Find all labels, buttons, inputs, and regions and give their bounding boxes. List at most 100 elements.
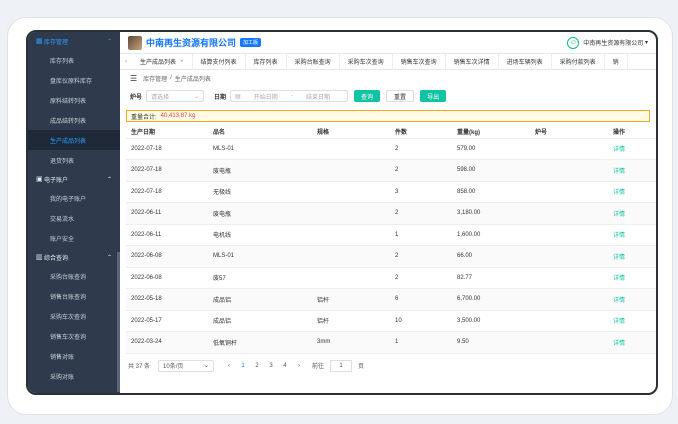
table-cell: 3,500.00	[452, 310, 530, 332]
sidebar-group-label: 电子账户	[44, 177, 69, 184]
detail-link[interactable]: 详情	[608, 310, 656, 332]
table-header-row: 生产日期 品名 规格 件数 重量(kg) 炉号 操作	[126, 126, 656, 139]
chevron-down-icon: ⌄	[203, 363, 210, 369]
detail-link[interactable]: 详情	[608, 331, 656, 354]
tab-vehicle-entry[interactable]: 进场车辆列表	[499, 53, 552, 70]
tab-label: 生产成品列表	[140, 60, 177, 66]
breadcrumb-parent[interactable]: 库存管理	[143, 74, 167, 83]
caret-down-icon: ▾	[643, 40, 648, 46]
sidebar-item-transactions[interactable]: 交易流水	[28, 208, 120, 228]
goto-page-input[interactable]: 1	[330, 359, 353, 372]
breadcrumb-separator: /	[170, 75, 172, 81]
table-cell: 2022-06-08	[126, 267, 208, 289]
sidebar-item-my-account[interactable]: 我的电子账户	[28, 188, 120, 208]
page-size-select[interactable]: 10条/页 ⌄	[158, 359, 215, 372]
tab-truncated[interactable]: 销	[605, 53, 628, 70]
sidebar-item-security[interactable]: 账户安全	[28, 228, 120, 248]
tab-production-list[interactable]: 生产成品列表 ×	[132, 53, 193, 70]
furnace-select[interactable]: 请选择 ⌄	[146, 90, 205, 102]
main-area: 中南再生资源有限公司 加工版 ☺ 中南再生资源有限公司 ▾ ‹ 生产成品列表 × …	[120, 32, 656, 393]
chevron-down-icon: ⌄	[193, 93, 200, 100]
detail-link[interactable]: 详情	[608, 138, 656, 160]
table-cell: 579.00	[452, 138, 530, 160]
detail-link[interactable]: 详情	[608, 159, 656, 182]
query-button[interactable]: 查询	[354, 90, 381, 102]
detail-link[interactable]: 详情	[608, 245, 656, 268]
page-3[interactable]: 3	[264, 363, 278, 369]
export-button[interactable]: 导出	[420, 90, 447, 102]
table-cell	[312, 181, 390, 203]
tab-sales-trips[interactable]: 销售车次查询	[393, 53, 446, 70]
table-row: 2022-05-17 成品铝 铝杆 10 3,500.00 详情	[126, 310, 656, 332]
top-header: 中南再生资源有限公司 加工版 ☺ 中南再生资源有限公司 ▾	[120, 32, 656, 54]
app-window: ▦ 库存管理 ⌃ 库存列表 盘库仪原料库存 原料结转列表 成品结转列表 生产成品…	[26, 30, 658, 395]
sidebar-group-inventory[interactable]: ▦ 库存管理 ⌃	[28, 32, 120, 50]
table-cell	[530, 288, 608, 311]
tab-payment-list[interactable]: 结算支付列表	[193, 53, 246, 70]
table-row: 2022-06-08 MLS-01 2 66.00 详情	[126, 245, 656, 268]
table-cell: 1,600.00	[452, 224, 530, 246]
detail-link[interactable]: 详情	[608, 267, 656, 289]
sidebar-item-purchase-reconcile[interactable]: 采购对账	[28, 366, 120, 386]
sidebar-item-sales-reconcile[interactable]: 销售对账	[28, 346, 120, 366]
sidebar-item-sales-trips[interactable]: 销售车次查询	[28, 326, 120, 346]
table-cell: 2022-07-18	[126, 181, 208, 203]
sidebar-item-inventory-list[interactable]: 库存列表	[28, 50, 120, 70]
inventory-icon: ▦	[36, 38, 43, 45]
detail-link[interactable]: 详情	[608, 202, 656, 225]
table-cell: 成品铝	[208, 288, 312, 311]
page-size-value: 10条/页	[163, 364, 184, 370]
page-4[interactable]: 4	[278, 363, 292, 369]
table-cell	[312, 159, 390, 182]
sidebar-item-raw-carryover[interactable]: 原料结转列表	[28, 90, 120, 110]
table-row: 2022-03-24 低氧铜杆 3mm 1 9.50 详情	[126, 331, 656, 354]
reset-button[interactable]: 重置	[386, 90, 415, 102]
chevron-up-icon: ⌃	[106, 176, 112, 183]
table-cell: 2	[390, 245, 452, 268]
date-label: 日期	[214, 94, 227, 101]
table-cell: 3,180.00	[452, 202, 530, 225]
sidebar-item-purchase-trips[interactable]: 采购车次查询	[28, 306, 120, 326]
table-cell: 6	[390, 288, 452, 311]
table-cell	[530, 267, 608, 289]
sidebar-item-raw-stock[interactable]: 盘库仪原料库存	[28, 70, 120, 90]
image-icon: ▣	[36, 176, 43, 183]
table-cell	[312, 224, 390, 246]
page-2[interactable]: 2	[250, 363, 264, 369]
sidebar: ▦ 库存管理 ⌃ 库存列表 盘库仪原料库存 原料结转列表 成品结转列表 生产成品…	[28, 32, 120, 393]
detail-link[interactable]: 详情	[608, 181, 656, 203]
chevron-left-icon[interactable]: ‹	[120, 59, 132, 65]
tab-purchase-trips[interactable]: 采购车次查询	[340, 53, 393, 70]
column-header: 操作	[608, 126, 656, 139]
chevron-up-icon: ⌃	[106, 38, 112, 45]
sidebar-item-purchase-ledger[interactable]: 采购台账查询	[28, 266, 120, 286]
tab-purchase-payment[interactable]: 采购付款列表	[552, 53, 605, 70]
close-icon[interactable]: ×	[180, 59, 184, 65]
sidebar-item-production-list[interactable]: 生产成品列表	[28, 130, 120, 150]
tab-purchase-ledger[interactable]: 采购台账查询	[287, 53, 340, 70]
table-cell: 废57	[208, 267, 312, 289]
sidebar-group-query[interactable]: ▥ 综合查询 ⌃	[28, 248, 120, 266]
table-cell: 2	[390, 159, 452, 182]
next-page-icon[interactable]: ›	[292, 363, 306, 369]
tab-bar: ‹ 生产成品列表 × 结算支付列表 库存列表 采购台账查询 采购车次查询 销售车次…	[120, 53, 656, 70]
menu-fold-icon[interactable]: ☰	[130, 74, 137, 83]
table-cell: 2022-03-24	[126, 331, 208, 354]
detail-link[interactable]: 详情	[608, 288, 656, 311]
detail-link[interactable]: 详情	[608, 224, 656, 246]
tab-sales-trip-detail[interactable]: 销售车次详情	[446, 53, 499, 70]
date-range-picker[interactable]: ▤ 开始日期 - 结束日期	[230, 90, 349, 102]
user-menu[interactable]: ☺ 中南再生资源有限公司 ▾	[567, 36, 648, 49]
end-date-placeholder: 结束日期	[305, 94, 330, 101]
prev-page-icon[interactable]: ‹	[222, 363, 236, 369]
sidebar-group-e-account[interactable]: ▣ 电子账户 ⌃	[28, 170, 120, 188]
sidebar-group-label: 库存管理	[44, 39, 69, 46]
sidebar-item-sales-ledger[interactable]: 销售台账查询	[28, 286, 120, 306]
page-1[interactable]: 1	[236, 363, 250, 369]
production-table: 生产日期 品名 规格 件数 重量(kg) 炉号 操作 2022-07-18 MLS-01 2 57…	[126, 126, 656, 354]
table-row: 2022-07-18 废电瓶 2 598.00 详情	[126, 159, 656, 182]
summary-value: 40,413.87 kg	[160, 113, 196, 119]
tab-inventory-list[interactable]: 库存列表	[246, 53, 287, 70]
sidebar-item-product-carryover[interactable]: 成品结转列表	[28, 110, 120, 130]
sidebar-item-returns[interactable]: 退货列表	[28, 150, 120, 170]
